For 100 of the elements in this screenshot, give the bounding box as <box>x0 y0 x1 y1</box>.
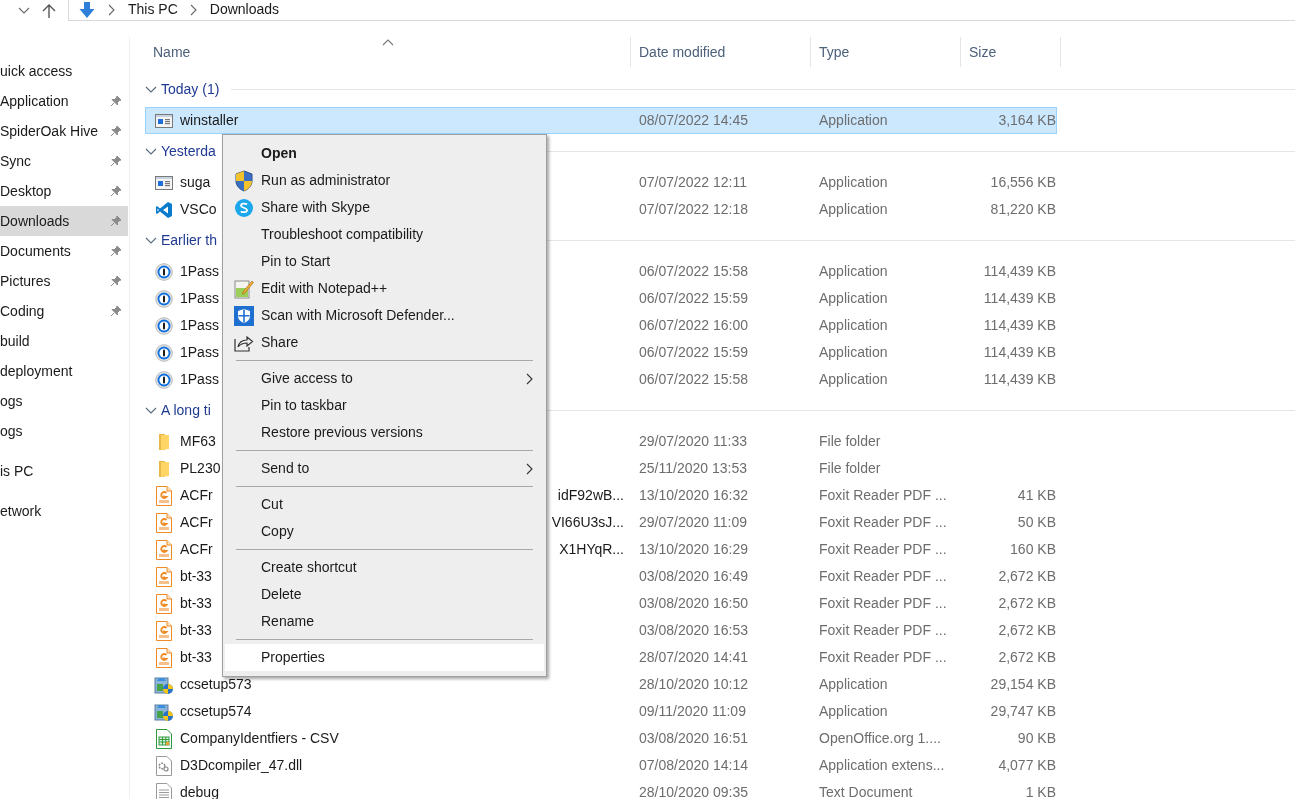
file-name[interactable]: 1Pass <box>180 288 219 309</box>
sidebar-item[interactable]: Sync <box>0 146 128 176</box>
file-type: Application <box>818 675 889 694</box>
date-modified: 09/11/2020 11:09 <box>638 702 747 721</box>
file-type: Foxit Reader PDF ... <box>818 621 948 640</box>
file-type: Application extens... <box>818 756 946 775</box>
menu-item[interactable]: Cut <box>225 491 544 518</box>
file-name[interactable]: CompanyIdentfiers - CSV <box>180 728 339 749</box>
date-modified: 13/10/2020 16:32 <box>638 486 749 505</box>
sidebar-item[interactable]: Downloads <box>0 206 128 236</box>
file-name[interactable]: bt-33 <box>180 566 212 587</box>
group-header[interactable]: Today (1) <box>161 79 220 100</box>
sidebar-item[interactable]: ogs <box>0 416 128 446</box>
menu-item[interactable]: Share with Skype <box>225 194 544 221</box>
date-modified: 13/10/2020 16:29 <box>638 540 749 559</box>
file-name[interactable]: bt-33 <box>180 620 212 641</box>
file-name[interactable]: winstaller <box>180 110 239 131</box>
file-name[interactable]: PL230 <box>180 458 221 479</box>
sidebar-item[interactable]: etwork <box>0 496 128 526</box>
sidebar-item[interactable]: Application <box>0 86 128 116</box>
file-name[interactable]: ccsetup573 <box>180 674 252 695</box>
file-name[interactable]: ACFr <box>180 539 213 560</box>
file-name[interactable]: ACFr <box>180 485 213 506</box>
file-name[interactable]: 1Pass <box>180 342 219 363</box>
file-size: 81,220 KB <box>989 200 1056 219</box>
file-type: Application <box>818 289 889 308</box>
file-name[interactable]: debug <box>180 782 219 799</box>
file-name[interactable]: bt-33 <box>180 647 212 668</box>
menu-item[interactable]: Edit with Notepad++ <box>225 275 544 302</box>
file-size: 2,672 KB <box>997 594 1056 613</box>
column-header[interactable]: Type <box>811 37 961 67</box>
file-size: 29,154 KB <box>989 675 1056 694</box>
file-name[interactable]: ccsetup574 <box>180 701 252 722</box>
file-name[interactable]: 1Pass <box>180 369 219 390</box>
menu-item[interactable]: Restore previous versions <box>225 419 544 446</box>
date-modified: 28/07/2020 14:41 <box>638 648 749 667</box>
up-button[interactable] <box>42 3 56 19</box>
group-header[interactable]: Earlier th <box>161 230 218 251</box>
column-header[interactable]: Name <box>145 37 631 67</box>
file-size: 2,672 KB <box>997 567 1056 586</box>
selected-file-row[interactable]: winstaller 08/07/2022 14:45 Application 3,164 KB <box>145 107 1057 134</box>
menu-item[interactable]: Pin to Start <box>225 248 544 275</box>
menu-item[interactable]: Pin to taskbar <box>225 392 544 419</box>
file-type: Application <box>818 262 889 281</box>
menu-item[interactable]: Give access to <box>225 365 544 392</box>
keyhole-circle-icon <box>155 316 173 335</box>
menu-item[interactable]: Send to <box>225 455 544 482</box>
breadcrumb-item[interactable]: This PC <box>128 0 178 20</box>
date-modified: 07/08/2020 14:14 <box>638 756 749 775</box>
sidebar-item[interactable]: Pictures <box>0 266 128 296</box>
file-name[interactable]: VSCo <box>180 199 217 220</box>
keyhole-circle-icon <box>155 343 173 362</box>
date-modified: 25/11/2020 13:53 <box>638 459 748 478</box>
sidebar-item[interactable]: ogs <box>0 386 128 416</box>
file-type: Foxit Reader PDF ... <box>818 540 948 559</box>
sidebar-item[interactable]: uick access <box>0 56 128 86</box>
column-header[interactable]: Date modified <box>631 37 811 67</box>
file-size: 50 KB <box>1016 513 1056 532</box>
menu-item[interactable]: Open <box>225 140 544 167</box>
file-name[interactable]: D3Dcompiler_47.dll <box>180 755 303 776</box>
file-name[interactable]: 1Pass <box>180 315 219 336</box>
code-editor-icon <box>155 200 173 219</box>
menu-item[interactable]: Troubleshoot compatibility <box>225 221 544 248</box>
sidebar-item[interactable]: is PC <box>0 456 128 486</box>
group-header[interactable]: A long ti <box>161 400 211 421</box>
spreadsheet-icon <box>156 728 172 749</box>
application-window-icon <box>155 174 173 191</box>
breadcrumb-item[interactable]: Downloads <box>209 0 280 20</box>
file-type: File folder <box>818 432 882 451</box>
menu-item[interactable]: Copy <box>225 518 544 545</box>
menu-item[interactable]: Properties <box>225 644 544 671</box>
date-modified: 07/07/2022 12:11 <box>638 173 748 192</box>
file-size: 114,439 KB <box>982 289 1056 308</box>
sidebar-item[interactable]: Coding <box>0 296 128 326</box>
file-name[interactable]: ACFr <box>180 512 213 533</box>
file-type: Application <box>818 111 889 130</box>
file-name[interactable]: 1Pass <box>180 261 219 282</box>
column-header[interactable]: Size <box>961 37 1061 67</box>
menu-item[interactable]: Share <box>225 329 544 356</box>
file-size: 90 KB <box>1016 729 1056 748</box>
menu-item[interactable]: Run as administrator <box>225 167 544 194</box>
address-bar[interactable]: This PC Downloads <box>68 0 1295 21</box>
file-size: 16,556 KB <box>989 173 1056 192</box>
file-name[interactable]: bt-33 <box>180 593 212 614</box>
sidebar-item[interactable]: build <box>0 326 128 356</box>
folder-icon <box>156 459 172 478</box>
file-name[interactable]: suga <box>180 172 211 193</box>
menu-item[interactable]: Scan with Microsoft Defender... <box>225 302 544 329</box>
menu-item[interactable]: Rename <box>225 608 544 635</box>
skype-icon <box>234 197 254 218</box>
sidebar-item[interactable]: deployment <box>0 356 128 386</box>
file-name[interactable]: MF63 <box>180 431 216 452</box>
group-header[interactable]: Yesterda <box>161 141 216 162</box>
sidebar-item[interactable]: Desktop <box>0 176 128 206</box>
sidebar-item[interactable]: Documents <box>0 236 128 266</box>
menu-item[interactable]: Create shortcut <box>225 554 544 581</box>
sidebar-item[interactable]: SpiderOak Hive <box>0 116 128 146</box>
pdf-document-icon <box>156 593 172 614</box>
menu-item[interactable]: Delete <box>225 581 544 608</box>
file-type: Application <box>818 316 889 335</box>
